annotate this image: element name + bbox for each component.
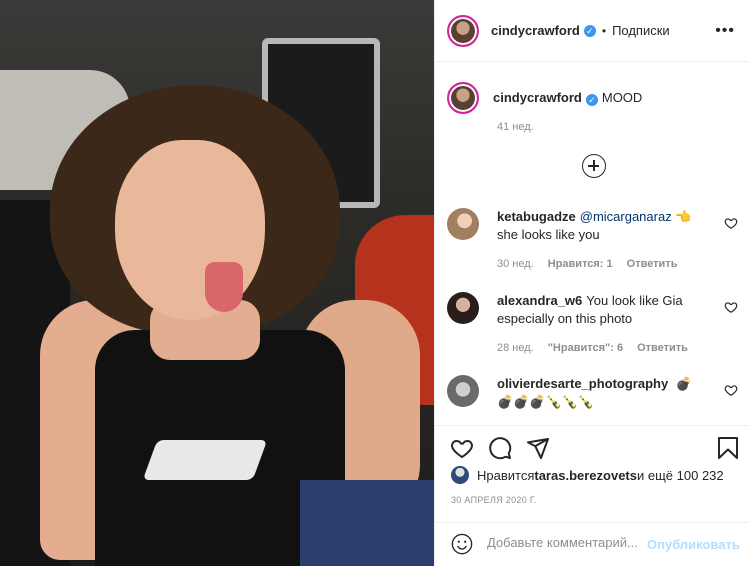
comment-avatar[interactable]: [447, 208, 479, 240]
caption-text: cindycrawford ✓ MOOD: [493, 80, 642, 114]
publish-button[interactable]: Опубликовать: [647, 537, 740, 552]
comment-body: alexandra_w6 You look like Gia especially…: [497, 292, 717, 328]
verified-icon: ✓: [583, 24, 596, 37]
action-bar: [435, 425, 749, 465]
photo-jeans: [300, 480, 434, 566]
comment-emoji: 👈: [671, 209, 692, 224]
caption: cindycrawford ✓ MOOD: [447, 80, 642, 114]
comment-body: olivierdesarte_photography 💣 💣💣💣🍾🍾🍾: [497, 375, 732, 411]
add-comment-bar: Опубликовать: [435, 522, 749, 566]
comment-input[interactable]: [487, 535, 647, 550]
comment-avatar[interactable]: [447, 375, 479, 407]
bookmark-icon[interactable]: [717, 436, 739, 460]
comment-text: she looks like you: [497, 227, 600, 242]
like-heart-icon[interactable]: [450, 436, 474, 460]
share-send-icon[interactable]: [526, 436, 550, 460]
comment-likes[interactable]: "Нравится": 6: [548, 342, 623, 354]
comment-likes[interactable]: Нравится: 1: [548, 258, 613, 270]
comment-emoji: 💣: [672, 376, 693, 391]
comment-bubble-icon[interactable]: [488, 436, 512, 460]
comment-username[interactable]: alexandra_w6: [497, 293, 582, 308]
load-more-comments-icon[interactable]: [582, 154, 606, 178]
following-button[interactable]: Подписки: [612, 23, 670, 38]
comment-avatar[interactable]: [447, 292, 479, 324]
post-date[interactable]: 30 АПРЕЛЯ 2020 Г.: [451, 495, 537, 505]
comment-mention[interactable]: @micarganaraz: [580, 209, 672, 224]
comment-time[interactable]: 28 нед.: [497, 342, 534, 354]
comment-text: 💣💣💣🍾🍾🍾: [497, 394, 595, 409]
likes-prefix: Нравится: [477, 467, 535, 483]
photo-shirt-logo: [142, 440, 268, 480]
post-photo[interactable]: [0, 0, 434, 566]
likes-summary[interactable]: Нравится taras.berezovets и ещё 100 232: [451, 466, 724, 484]
comment-time[interactable]: 30 нед.: [497, 258, 534, 270]
more-options-icon[interactable]: •••: [715, 22, 735, 40]
comment-body: ketabugadze @micarganaraz 👈 she looks lik…: [497, 208, 717, 244]
liker-username[interactable]: taras.berezovets: [534, 468, 637, 483]
likes-count[interactable]: и ещё 100 232: [637, 468, 724, 483]
separator-dot: •: [601, 23, 607, 38]
comment-reply-button[interactable]: Ответить: [637, 342, 688, 354]
comment-like-icon[interactable]: [724, 383, 738, 397]
caption-username[interactable]: cindycrawford: [493, 90, 582, 105]
comment-username[interactable]: ketabugadze: [497, 209, 576, 224]
comment-meta: 30 нед. Нравится: 1 Ответить: [497, 258, 691, 270]
caption-time[interactable]: 41 нед.: [497, 121, 534, 133]
author-avatar[interactable]: [447, 14, 479, 47]
photo-tongue: [205, 262, 243, 312]
verified-icon: ✓: [585, 94, 598, 106]
emoji-icon[interactable]: [451, 533, 473, 555]
caption-body: MOOD: [601, 90, 643, 105]
comment-meta: 28 нед. "Нравится": 6 Ответить: [497, 342, 702, 354]
comment-username[interactable]: olivierdesarte_photography: [497, 376, 668, 391]
caption-avatar[interactable]: [447, 82, 479, 114]
comment-like-icon[interactable]: [724, 300, 738, 314]
comment-reply-button[interactable]: Ответить: [627, 258, 678, 270]
post-header: cindycrawford ✓ • Подписки •••: [435, 0, 749, 62]
liker-avatar[interactable]: [451, 466, 469, 484]
author-username[interactable]: cindycrawford: [491, 23, 580, 38]
post-side-panel: cindycrawford ✓ • Подписки ••• cindycraw…: [435, 0, 749, 566]
comment-like-icon[interactable]: [724, 216, 738, 230]
